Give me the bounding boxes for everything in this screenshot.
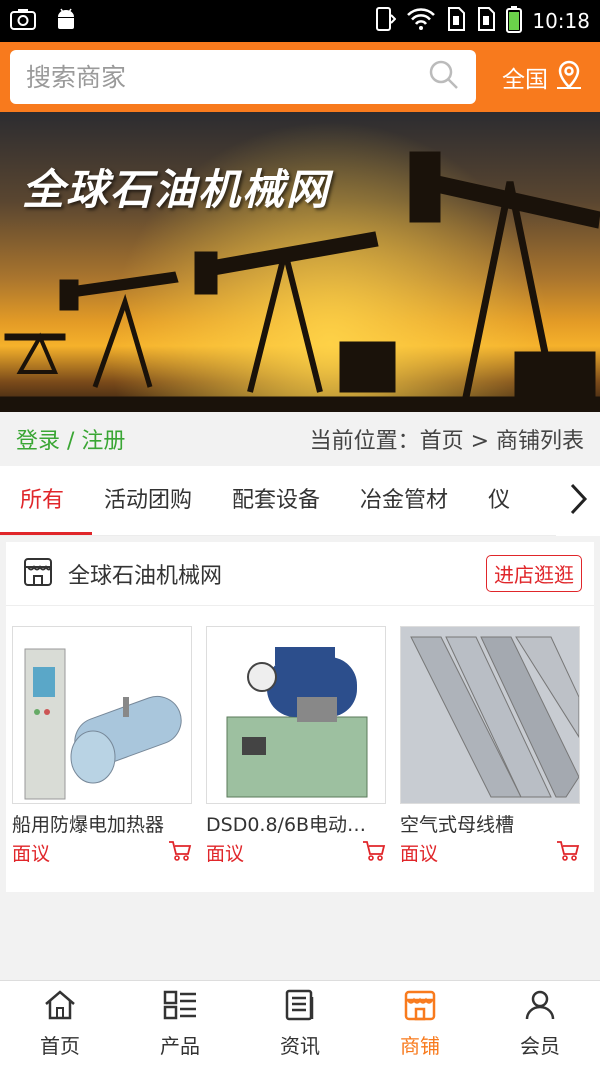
status-bar: 10:18 <box>0 0 600 42</box>
product-price: 面议 <box>12 843 51 865</box>
store-icon <box>22 556 54 592</box>
screenshot-icon <box>10 8 36 34</box>
nav-stores[interactable]: 商铺 <box>360 981 480 1067</box>
product-list: 船用防爆电加热器 面议 DSD0.8/6B电动… 面议 空气式母线槽 面议 <box>6 606 594 866</box>
product-item[interactable]: 船用防爆电加热器 面议 <box>12 626 192 866</box>
clock: 10:18 <box>532 9 590 33</box>
region-selector[interactable]: 全国 <box>502 58 590 96</box>
home-icon <box>43 989 77 1026</box>
nav-news-label: 资讯 <box>280 1034 320 1058</box>
product-item[interactable]: DSD0.8/6B电动… 面议 <box>206 626 386 866</box>
shop-header: 全球石油机械网 进店逛逛 <box>6 542 594 606</box>
product-name[interactable]: 空气式母线槽 <box>400 810 580 837</box>
sim1-icon <box>446 6 466 37</box>
product-item[interactable]: 空气式母线槽 面议 <box>400 626 580 866</box>
nav-products-label: 产品 <box>160 1034 200 1058</box>
battery-icon <box>506 5 523 38</box>
product-price: 面议 <box>206 843 245 865</box>
banner[interactable]: 全球石油机械网 <box>0 112 600 412</box>
product-name[interactable]: DSD0.8/6B电动… <box>206 810 386 837</box>
login-register-link[interactable]: 登录 / 注册 <box>16 423 125 455</box>
product-image-heater[interactable] <box>12 626 192 804</box>
product-image-pump[interactable] <box>206 626 386 804</box>
android-icon <box>54 7 78 35</box>
tab-group-buy[interactable]: 活动团购 <box>84 466 212 535</box>
news-icon <box>283 989 317 1026</box>
tab-all[interactable]: 所有 <box>0 466 93 535</box>
search-header: 全国 <box>0 42 600 112</box>
search-icon[interactable] <box>428 59 460 95</box>
tab-instruments[interactable]: 仪 <box>468 466 530 535</box>
shop-name[interactable]: 全球石油机械网 <box>68 558 222 590</box>
search-input[interactable] <box>26 62 428 92</box>
category-tabs: 所有 活动团购 配套设备 冶金管材 仪 <box>0 466 600 536</box>
nav-member-label: 会员 <box>520 1034 560 1058</box>
region-label: 全国 <box>502 67 548 93</box>
cart-icon[interactable] <box>168 840 192 866</box>
phone-signal-icon <box>374 6 397 37</box>
nav-member[interactable]: 会员 <box>480 981 600 1067</box>
product-price: 面议 <box>400 843 439 865</box>
search-box[interactable] <box>10 50 476 104</box>
store-icon <box>403 989 437 1026</box>
enter-shop-button[interactable]: 进店逛逛 <box>486 555 582 592</box>
user-icon <box>523 989 557 1026</box>
nav-stores-label: 商铺 <box>400 1034 440 1058</box>
nav-products[interactable]: 产品 <box>120 981 240 1067</box>
nav-news[interactable]: 资讯 <box>240 981 360 1067</box>
product-image-busway[interactable] <box>400 626 580 804</box>
banner-title: 全球石油机械网 <box>22 165 331 214</box>
wifi-icon <box>406 7 436 36</box>
cart-icon[interactable] <box>362 840 386 866</box>
tabs-scroll-right-button[interactable] <box>556 466 600 536</box>
sim2-icon <box>476 6 496 37</box>
product-name[interactable]: 船用防爆电加热器 <box>12 810 192 837</box>
grid-list-icon <box>163 989 197 1026</box>
bottom-nav: 首页 产品 资讯 商铺 会员 <box>0 980 600 1067</box>
nav-home[interactable]: 首页 <box>0 981 120 1067</box>
breadcrumb: 当前位置：首页 > 商铺列表 <box>309 429 584 454</box>
cart-icon[interactable] <box>556 840 580 866</box>
login-bar: 登录 / 注册 当前位置：首页 > 商铺列表 <box>0 412 600 466</box>
tab-metallurgy-pipes[interactable]: 冶金管材 <box>340 466 468 535</box>
nav-home-label: 首页 <box>40 1034 80 1058</box>
shop-card: 全球石油机械网 进店逛逛 船用防爆电加热器 面议 DSD0.8/6B电动… 面议… <box>6 542 594 892</box>
location-pin-icon <box>554 58 584 96</box>
chevron-right-icon <box>568 482 588 520</box>
tab-equipment[interactable]: 配套设备 <box>212 466 340 535</box>
